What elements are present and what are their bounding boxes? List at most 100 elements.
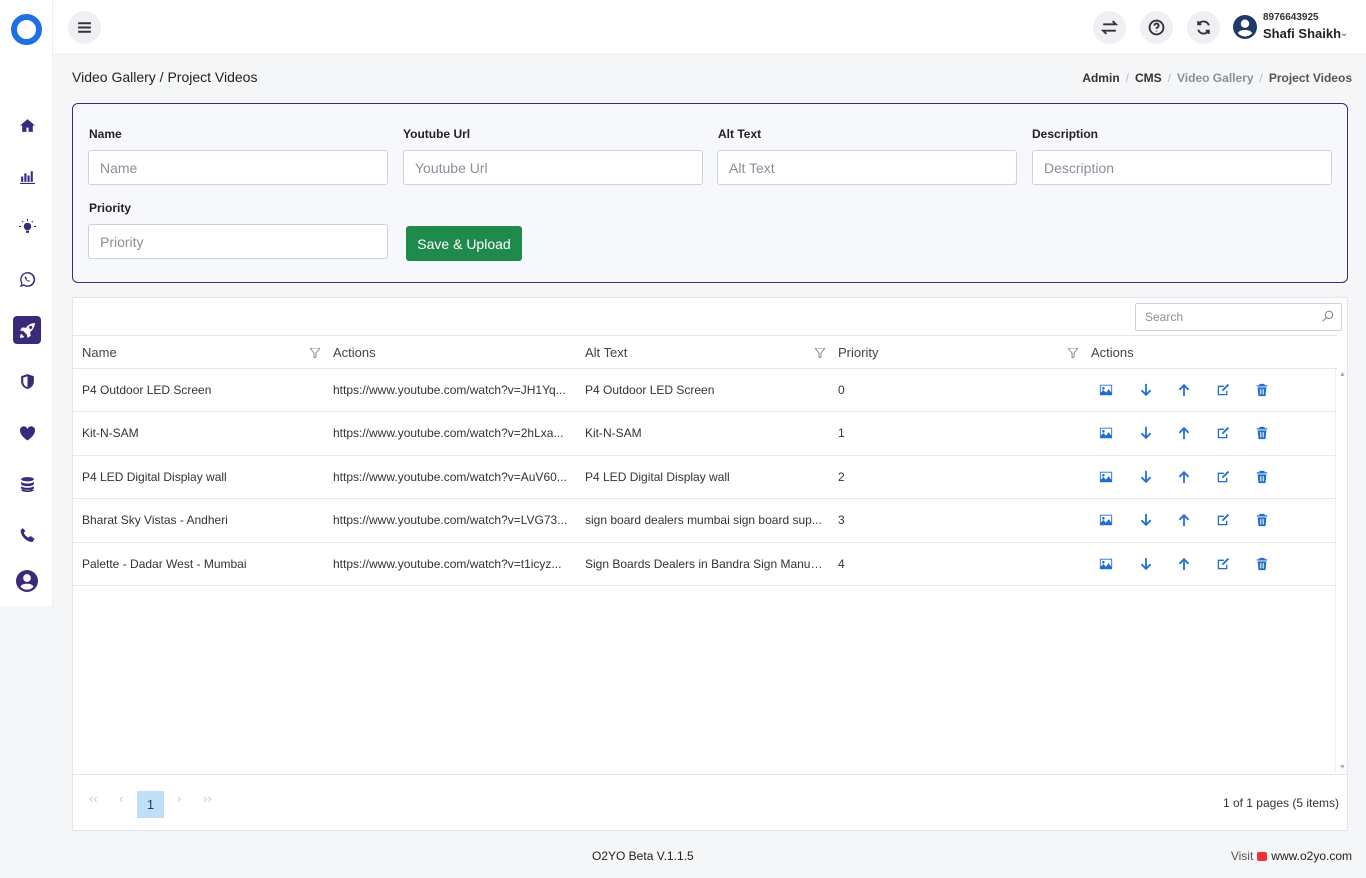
database-icon[interactable]: [13, 470, 41, 498]
breadcrumb-admin[interactable]: Admin: [1082, 71, 1119, 85]
breadcrumb-project-videos: Project Videos: [1268, 71, 1352, 85]
videos-grid: Name Actions Alt Text Priority Actions P…: [72, 297, 1348, 831]
help-circle-icon: [1148, 19, 1165, 36]
column-header-alt-text[interactable]: Alt Text: [585, 336, 627, 369]
description-label: Description: [1032, 127, 1099, 141]
filter-icon[interactable]: [815, 348, 825, 358]
user-circle-icon[interactable]: [13, 567, 41, 595]
save-upload-button[interactable]: Save & Upload: [406, 226, 522, 261]
trash-icon[interactable]: [1255, 383, 1269, 397]
breadcrumb-cms[interactable]: CMS: [1135, 71, 1162, 85]
image-icon[interactable]: [1099, 557, 1113, 571]
cell-youtube-url: https://www.youtube.com/watch?v=t1icyz..…: [333, 556, 562, 571]
chevron-down-icon[interactable]: ⌄: [1340, 28, 1348, 39]
trash-icon[interactable]: [1255, 557, 1269, 571]
edit-icon[interactable]: [1216, 513, 1230, 527]
cell-alt-text: Kit-N-SAM: [585, 426, 642, 441]
cell-alt-text: P4 LED Digital Display wall: [585, 469, 730, 484]
arrow-up-icon[interactable]: [1177, 513, 1191, 527]
image-icon[interactable]: [1099, 513, 1113, 527]
cell-priority: 0: [838, 383, 845, 397]
column-header-priority[interactable]: Priority: [838, 336, 878, 369]
filter-icon[interactable]: [1068, 348, 1078, 358]
cell-name: Kit-N-SAM: [82, 426, 139, 441]
table-row[interactable]: Kit-N-SAM https://www.youtube.com/watch?v…: [73, 412, 1337, 456]
user-avatar[interactable]: [1233, 15, 1257, 39]
edit-icon[interactable]: [1216, 557, 1230, 571]
table-row[interactable]: P4 Outdoor LED Screen https://www.youtube…: [73, 369, 1337, 413]
grid-search[interactable]: [1135, 303, 1342, 331]
arrow-down-icon[interactable]: [1139, 426, 1153, 440]
arrow-down-icon[interactable]: [1139, 557, 1153, 571]
user-phone: 8976643925: [1263, 12, 1319, 23]
phone-icon[interactable]: [13, 521, 41, 549]
cell-priority: 3: [838, 513, 845, 528]
pager: ‹‹ ‹ 1 › ›› 1 of 1 pages (5 items): [73, 774, 1347, 830]
video-form: Name Youtube Url Alt Text Description Pr…: [72, 103, 1348, 283]
pager-info: 1 of 1 pages (5 items): [1222, 796, 1339, 810]
edit-icon[interactable]: [1216, 426, 1230, 440]
image-icon[interactable]: [1099, 383, 1113, 397]
arrow-up-icon[interactable]: [1177, 383, 1191, 397]
alt-text-input[interactable]: [717, 150, 1017, 185]
edit-icon[interactable]: [1216, 383, 1230, 397]
youtube-url-input[interactable]: [403, 150, 703, 185]
table-row[interactable]: P4 LED Digital Display wall https://www.y…: [73, 456, 1337, 500]
cell-alt-text: Sign Boards Dealers in Bandra Sign Manuf…: [585, 556, 825, 571]
site-link[interactable]: www.o2yo.com: [1271, 849, 1352, 863]
filter-icon[interactable]: [310, 348, 320, 358]
breadcrumb-video-gallery[interactable]: Video Gallery: [1177, 71, 1253, 85]
table-row[interactable]: Bharat Sky Vistas - Andheri https://www.y…: [73, 499, 1337, 543]
image-icon[interactable]: [1099, 470, 1113, 484]
refresh-button[interactable]: [1187, 11, 1220, 44]
search-input[interactable]: [1136, 304, 1316, 330]
cell-alt-text: P4 Outdoor LED Screen: [585, 383, 715, 397]
user-name[interactable]: Shafi Shaikh: [1263, 26, 1341, 41]
first-page-button[interactable]: ‹‹: [89, 791, 98, 806]
prev-page-button[interactable]: ‹: [119, 791, 123, 806]
footer-visit: Visit www.o2yo.com: [1231, 849, 1352, 863]
home-icon[interactable]: [13, 111, 41, 139]
trash-icon[interactable]: [1255, 513, 1269, 527]
breadcrumb: Admin / CMS / Video Gallery / Project Vi…: [1082, 71, 1352, 85]
arrow-down-icon[interactable]: [1139, 470, 1153, 484]
cell-name: P4 LED Digital Display wall: [82, 469, 227, 484]
trash-icon[interactable]: [1255, 426, 1269, 440]
arrow-down-icon[interactable]: [1139, 513, 1153, 527]
edit-icon[interactable]: [1216, 470, 1230, 484]
arrow-up-icon[interactable]: [1177, 426, 1191, 440]
image-icon[interactable]: [1099, 426, 1113, 440]
alt-text-label: Alt Text: [718, 127, 762, 141]
lightbulb-icon[interactable]: [13, 213, 41, 241]
menu-toggle-button[interactable]: [68, 11, 101, 44]
name-input[interactable]: [88, 150, 388, 185]
page-number-button[interactable]: 1: [137, 791, 164, 818]
priority-input[interactable]: [88, 224, 388, 259]
column-header-url[interactable]: Actions: [333, 336, 376, 369]
vertical-scrollbar[interactable]: ▲ ▼: [1335, 369, 1347, 773]
column-header-name[interactable]: Name: [82, 336, 117, 369]
shield-icon[interactable]: [13, 367, 41, 395]
cell-youtube-url: https://www.youtube.com/watch?v=LVG73...: [333, 513, 568, 528]
visit-label: Visit: [1230, 849, 1254, 863]
cell-youtube-url: https://www.youtube.com/watch?v=AuV60...: [333, 469, 567, 484]
table-row[interactable]: Palette - Dadar West - Mumbai https://www…: [73, 543, 1337, 586]
last-page-button[interactable]: ››: [203, 791, 212, 806]
page-title: Video Gallery / Project Videos: [72, 69, 258, 85]
help-button[interactable]: [1140, 11, 1173, 44]
next-page-button[interactable]: ›: [177, 791, 181, 806]
cell-priority: 4: [838, 556, 845, 571]
trash-icon[interactable]: [1255, 470, 1269, 484]
sidebar: [0, 0, 53, 606]
brand-logo[interactable]: [11, 14, 42, 45]
arrow-up-icon[interactable]: [1177, 470, 1191, 484]
whatsapp-icon[interactable]: [13, 265, 41, 293]
heart-icon[interactable]: [13, 419, 41, 447]
bar-chart-icon[interactable]: [13, 162, 41, 190]
switch-button[interactable]: [1093, 11, 1126, 44]
arrow-up-icon[interactable]: [1177, 557, 1191, 571]
description-input[interactable]: [1032, 150, 1332, 185]
arrow-down-icon[interactable]: [1139, 383, 1153, 397]
grid-header: Name Actions Alt Text Priority Actions: [73, 335, 1337, 369]
rocket-icon[interactable]: [13, 316, 41, 344]
